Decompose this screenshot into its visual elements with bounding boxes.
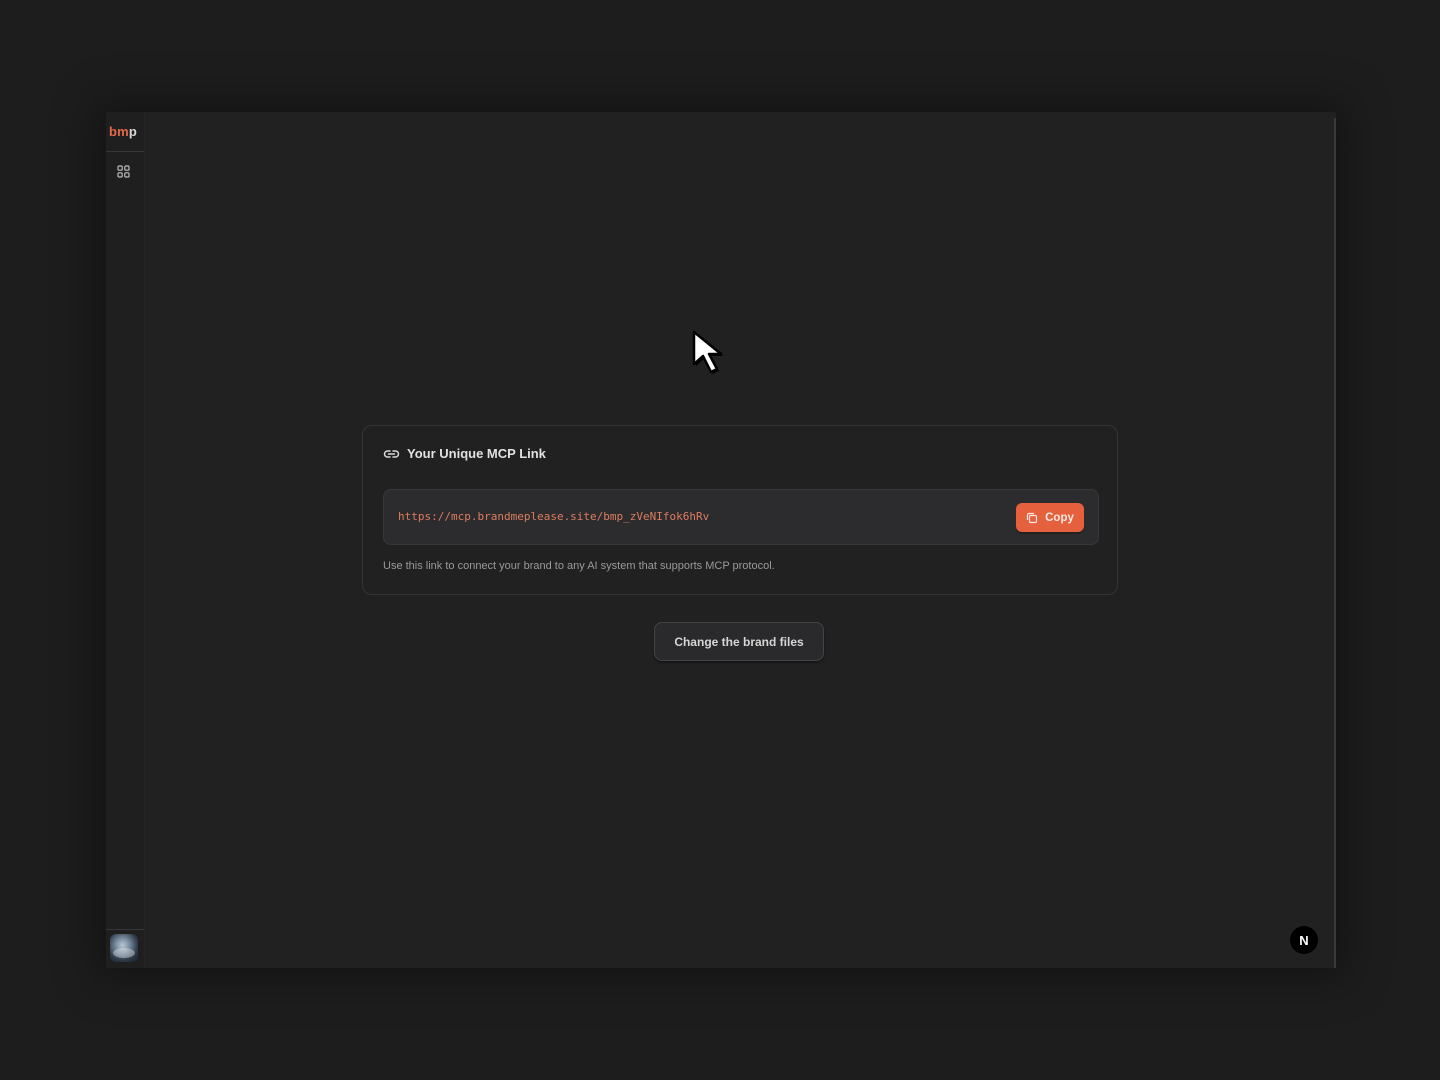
app-window: bmp Your Unique MCP Link https://mcp.bra… (106, 112, 1336, 968)
mcp-link-hint: Use this link to connect your brand to a… (383, 560, 775, 572)
copy-button-label: Copy (1045, 511, 1074, 524)
mcp-card-header: Your Unique MCP Link (383, 446, 546, 461)
dev-indicator-badge[interactable]: N (1290, 926, 1318, 954)
mouse-cursor-icon (692, 330, 723, 374)
link-icon (383, 449, 400, 458)
mcp-link-field[interactable]: https://mcp.brandmeplease.site/bmp_zVeNI… (383, 489, 1099, 545)
brand-logo[interactable]: bmp (109, 124, 137, 139)
logo-accent: bm (109, 124, 129, 139)
avatar-icon[interactable] (110, 934, 138, 962)
copy-button[interactable]: Copy (1016, 503, 1084, 532)
mcp-card-title: Your Unique MCP Link (407, 446, 546, 461)
sidebar: bmp (106, 112, 145, 968)
mcp-link-url[interactable]: https://mcp.brandmeplease.site/bmp_zVeNI… (398, 510, 709, 523)
copy-icon (1027, 512, 1038, 523)
avatar-divider (106, 929, 144, 930)
change-brand-files-button[interactable]: Change the brand files (654, 622, 824, 661)
window-edge (1334, 118, 1336, 968)
dashboard-nav-button[interactable] (114, 162, 132, 180)
logo-rest: p (128, 124, 138, 139)
mcp-link-card: Your Unique MCP Link https://mcp.brandme… (362, 425, 1118, 595)
sidebar-divider (106, 151, 144, 152)
grid-icon (116, 164, 130, 178)
